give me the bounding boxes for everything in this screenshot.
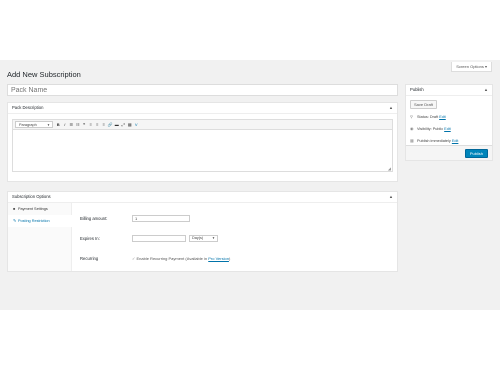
publish-edit-link[interactable]: Edit [452, 139, 459, 143]
expires-in-input[interactable] [132, 235, 186, 242]
expires-in-label: Expires In: [80, 236, 100, 241]
collapse-caret-icon[interactable]: ▲ [389, 192, 393, 202]
publish-button[interactable]: Publish [464, 149, 488, 158]
expires-unit-select[interactable]: Day(s) ▼ [189, 235, 218, 242]
eye-icon: ◉ [410, 127, 414, 131]
resize-grip-icon[interactable]: ◢ [388, 166, 391, 171]
publish-title: Publish [410, 87, 424, 92]
publish-actions: Publish [406, 145, 492, 160]
recurring-option: ✓ Enable Recurring Payment (Available in… [132, 256, 230, 261]
billing-amount-input[interactable]: 1 [132, 215, 190, 222]
recurring-text: Enable Recurring Payment (Available in [136, 256, 208, 261]
status-row: ⚲ Status: Draft Edit [410, 114, 446, 119]
pack-description-box: Pack Description ▲ Paragraph ▼ B I ☰ ☷ ❝… [7, 102, 398, 182]
pin-icon: ⚲ [410, 115, 413, 119]
tab-posting-restriction[interactable]: ✎ Posting Restriction [8, 215, 72, 227]
chevron-down-icon: ▼ [212, 236, 215, 240]
pack-description-title: Pack Description [12, 105, 44, 110]
options-tabs: ■ Payment Settings ✎ Posting Restriction [8, 203, 72, 271]
visibility-row: ◉ Visibility: Public Edit [410, 126, 451, 131]
status-label: Status: [417, 115, 429, 119]
calendar-icon: ▦ [410, 139, 414, 143]
recurring-label: Recurring [80, 256, 99, 261]
publish-header[interactable]: Publish ▲ [406, 85, 492, 96]
publish-value: immediately [430, 139, 451, 143]
editor-toolbar: Paragraph ▼ B I ☰ ☷ ❝ ≡ ≡ ≡ 🔗 ▬ ⤢ ▦ V [12, 119, 393, 129]
subscription-options-box: Subscription Options ▲ ■ Payment Settings… [7, 191, 398, 272]
pack-name-input[interactable] [7, 84, 398, 96]
tab-payment-settings[interactable]: ■ Payment Settings [8, 203, 71, 215]
screen-options-button[interactable]: Screen Options ▾ [451, 62, 492, 72]
tab-label: Posting Restriction [18, 219, 50, 223]
format-select-value: Paragraph [19, 123, 37, 127]
subscription-options-header[interactable]: Subscription Options ▲ [8, 192, 397, 203]
collapse-caret-icon[interactable]: ▲ [389, 103, 393, 113]
tab-label: Payment Settings [18, 207, 48, 211]
shortcode-icon[interactable]: V [133, 121, 140, 128]
status-edit-link[interactable]: Edit [439, 115, 446, 119]
publish-date-row: ▦ Publish immediately Edit [410, 138, 458, 143]
admin-content: Screen Options ▾ Add New Subscription Pa… [0, 60, 500, 310]
format-select[interactable]: Paragraph ▼ [15, 121, 53, 128]
save-draft-button[interactable]: Save Draft [410, 100, 437, 109]
recurring-close: ) [228, 256, 231, 261]
visibility-value: Public [432, 127, 444, 131]
recurring-checkbox[interactable]: ✓ [132, 256, 135, 261]
pack-description-header[interactable]: Pack Description ▲ [8, 103, 397, 114]
collapse-caret-icon[interactable]: ▲ [484, 85, 488, 95]
billing-amount-label: Billing amount: [80, 216, 108, 221]
visibility-edit-link[interactable]: Edit [444, 127, 451, 131]
description-editor[interactable]: ◢ [12, 129, 393, 172]
subscription-options-title: Subscription Options [12, 194, 51, 199]
page-title: Add New Subscription [7, 70, 81, 79]
status-value: Draft [429, 115, 439, 119]
visibility-label: Visibility: [417, 127, 432, 131]
expires-unit-value: Day(s) [192, 236, 204, 240]
publish-box: Publish ▲ Save Draft ⚲ Status: Draft Edit… [405, 84, 493, 161]
pro-version-link[interactable]: Pro Version [208, 256, 229, 261]
chevron-down-icon: ▼ [47, 123, 50, 127]
publish-label: Publish [417, 139, 430, 143]
